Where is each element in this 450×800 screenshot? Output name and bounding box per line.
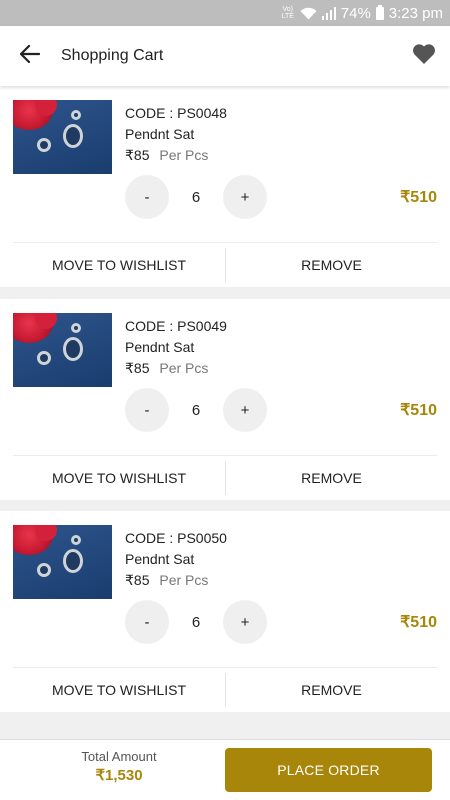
product-image-earring [71, 323, 81, 333]
increase-qty-button[interactable]: + [223, 600, 267, 644]
app-bar: Shopping Cart [0, 26, 450, 86]
line-total: ₹510 [400, 402, 437, 419]
remove-button[interactable]: REMOVE [226, 243, 437, 287]
signal-icon [321, 6, 336, 20]
page-title: Shopping Cart [61, 47, 164, 64]
battery-percent: 74% [340, 4, 371, 22]
price-row: ₹85 Per Pcs [125, 572, 208, 589]
wishlist-button[interactable] [410, 42, 438, 70]
product-code: CODE : PS0049 [125, 318, 227, 334]
price-unit: Per Pcs [159, 147, 209, 163]
unit-price: ₹85 [125, 572, 150, 588]
remove-button[interactable]: REMOVE [226, 668, 437, 712]
product-image[interactable] [13, 313, 112, 387]
place-order-button[interactable]: PLACE ORDER [225, 748, 432, 792]
product-image-earring [37, 351, 51, 365]
total-amount-value: ₹1,530 [95, 767, 143, 784]
product-image-earring [71, 535, 81, 545]
quantity-value: 6 [191, 401, 201, 419]
line-total: ₹510 [400, 614, 437, 631]
product-image-earring [37, 563, 51, 577]
heart-icon [412, 43, 436, 70]
product-name: Pendnt Sat [125, 339, 195, 355]
cart-item: CODE : PS0049 Pendnt Sat ₹85 Per Pcs - 6… [0, 299, 450, 500]
product-image-pendant [63, 549, 83, 573]
remove-button[interactable]: REMOVE [226, 456, 437, 500]
decrease-qty-button[interactable]: - [125, 600, 169, 644]
move-to-wishlist-button[interactable]: MOVE TO WISHLIST [13, 668, 225, 712]
move-to-wishlist-button[interactable]: MOVE TO WISHLIST [13, 243, 225, 287]
increase-qty-button[interactable]: + [223, 388, 267, 432]
move-to-wishlist-button[interactable]: MOVE TO WISHLIST [13, 456, 225, 500]
product-image-earring [37, 138, 51, 152]
product-image-pendant [63, 337, 83, 361]
product-code: CODE : PS0050 [125, 530, 227, 546]
line-total: ₹510 [400, 189, 437, 206]
product-image[interactable] [13, 525, 112, 599]
product-code: CODE : PS0048 [125, 105, 227, 121]
increase-qty-button[interactable]: + [223, 175, 267, 219]
unit-price: ₹85 [125, 360, 150, 376]
quantity-value: 6 [191, 613, 201, 631]
price-row: ₹85 Per Pcs [125, 360, 208, 377]
price-row: ₹85 Per Pcs [125, 147, 208, 164]
decrease-qty-button[interactable]: - [125, 388, 169, 432]
price-unit: Per Pcs [159, 360, 209, 376]
product-image-pendant [63, 124, 83, 148]
decrease-qty-button[interactable]: - [125, 175, 169, 219]
checkout-bar: Total Amount ₹1,530 PLACE ORDER [0, 739, 450, 800]
total-amount-label: Total Amount [81, 749, 157, 764]
battery-icon [375, 4, 384, 20]
product-image-earring [71, 110, 81, 120]
clock: 3:23 pm [388, 4, 443, 22]
arrow-left-icon [19, 44, 41, 68]
product-name: Pendnt Sat [125, 551, 195, 567]
volte-indicator: Vo) LTE [281, 6, 294, 20]
cart-item: CODE : PS0050 Pendnt Sat ₹85 Per Pcs - 6… [0, 511, 450, 712]
product-image[interactable] [13, 100, 112, 174]
cart-item: CODE : PS0048 Pendnt Sat ₹85 Per Pcs - 6… [0, 86, 450, 287]
quantity-value: 6 [191, 188, 201, 206]
unit-price: ₹85 [125, 147, 150, 163]
product-name: Pendnt Sat [125, 126, 195, 142]
status-bar: Vo) LTE 74% 3:23 pm [0, 0, 450, 26]
back-button[interactable] [0, 26, 60, 86]
wifi-icon [300, 7, 317, 20]
price-unit: Per Pcs [159, 572, 209, 588]
